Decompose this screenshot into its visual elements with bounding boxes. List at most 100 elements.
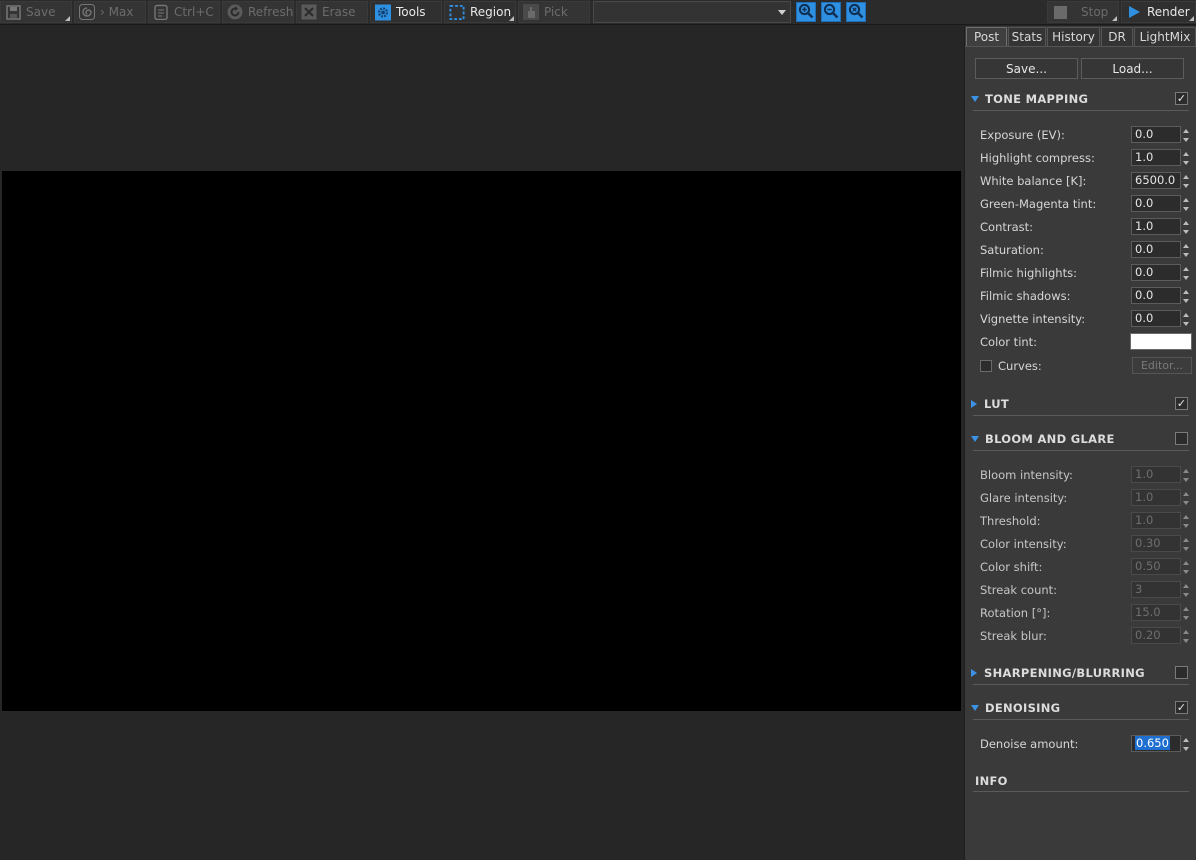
tone-mapping-checkbox[interactable]: ✓ <box>1175 92 1188 105</box>
spinner-arrows-icon[interactable] <box>1182 513 1191 530</box>
contrast-spinner[interactable]: 1.0 <box>1131 218 1189 235</box>
spinner-arrows-icon[interactable] <box>1182 173 1191 190</box>
tint-spinner[interactable]: 0.0 <box>1131 195 1189 212</box>
max-button[interactable]: › Max <box>74 1 146 23</box>
tone-mapping-header[interactable]: TONE MAPPING <box>970 90 1192 108</box>
tools-button[interactable]: Tools <box>370 1 442 23</box>
tab-history[interactable]: History <box>1047 27 1100 46</box>
streak-blur-spinner[interactable]: 0.20 <box>1131 627 1189 644</box>
panel-tabs: Post Stats History DR LightMix <box>965 27 1196 46</box>
lut-header[interactable]: LUT <box>970 395 1192 413</box>
curves-checkbox[interactable] <box>980 360 992 372</box>
curves-row: Curves: Editor... <box>980 356 1192 375</box>
vignette-spinner[interactable]: 0.0 <box>1131 310 1189 327</box>
denoising-checkbox[interactable]: ✓ <box>1175 701 1188 714</box>
sharpening-checkbox[interactable] <box>1175 666 1188 679</box>
contrast-value: 1.0 <box>1135 219 1154 233</box>
gear-icon <box>375 4 391 20</box>
bloom-glare-checkbox[interactable] <box>1175 432 1188 445</box>
filmic-highlights-value: 0.0 <box>1135 265 1154 279</box>
spinner-arrows-icon[interactable] <box>1182 127 1191 144</box>
refresh-icon <box>227 4 243 20</box>
stop-button[interactable]: Stop <box>1047 1 1119 23</box>
threshold-spinner[interactable]: 1.0 <box>1131 512 1189 529</box>
pick-button[interactable]: Pick <box>518 1 590 23</box>
white-balance-spinner[interactable]: 6500.0 <box>1131 172 1189 189</box>
copy-button[interactable]: Ctrl+C <box>148 1 220 23</box>
spinner-arrows-icon[interactable] <box>1182 288 1191 305</box>
tab-post[interactable]: Post <box>966 27 1007 46</box>
refresh-button[interactable]: Refresh <box>222 1 294 23</box>
vignette-value: 0.0 <box>1135 311 1154 325</box>
spinner-arrows-icon[interactable] <box>1182 242 1191 259</box>
spinner-arrows-icon[interactable] <box>1182 559 1191 576</box>
spinner-arrows-icon[interactable] <box>1182 467 1191 484</box>
spinner-arrows-icon[interactable] <box>1182 219 1191 236</box>
glare-intensity-label: Glare intensity: <box>980 490 1068 505</box>
tab-lightmix[interactable]: LightMix <box>1134 27 1196 46</box>
streak-blur-row: Streak blur: 0.20 <box>980 626 1190 645</box>
tone-mapping-title: TONE MAPPING <box>985 92 1089 106</box>
render-button[interactable]: Render <box>1121 1 1196 23</box>
highlight-compress-spinner[interactable]: 1.0 <box>1131 149 1189 166</box>
lut-title: LUT <box>984 397 1010 411</box>
region-button[interactable]: Region <box>444 1 516 23</box>
refresh-label: Refresh <box>248 5 294 19</box>
spinner-arrows-icon[interactable] <box>1182 490 1191 507</box>
streak-count-value: 3 <box>1135 582 1143 596</box>
color-tint-swatch[interactable] <box>1130 333 1192 350</box>
sharpening-header[interactable]: SHARPENING/BLURRING <box>970 664 1192 682</box>
tab-dr[interactable]: DR <box>1101 27 1133 46</box>
spinner-arrows-icon[interactable] <box>1182 536 1191 553</box>
spinner-arrows-icon[interactable] <box>1182 628 1191 645</box>
streak-count-spinner[interactable]: 3 <box>1131 581 1189 598</box>
section-divider <box>973 110 1189 111</box>
color-shift-value: 0.50 <box>1135 559 1161 573</box>
zoom-out-button[interactable] <box>821 2 841 22</box>
filmic-shadows-value: 0.0 <box>1135 288 1154 302</box>
erase-button[interactable]: Erase <box>296 1 368 23</box>
bloom-intensity-spinner[interactable]: 1.0 <box>1131 466 1189 483</box>
toolbar: Save › Max Ctrl+C Refresh Erase Tools Re… <box>0 0 1196 25</box>
highlight-compress-value: 1.0 <box>1135 150 1154 164</box>
color-shift-spinner[interactable]: 0.50 <box>1131 558 1189 575</box>
zoom-reset-button[interactable] <box>846 2 866 22</box>
load-preset-button[interactable]: Load... <box>1081 58 1184 79</box>
spinner-arrows-icon[interactable] <box>1182 605 1191 622</box>
spinner-arrows-icon[interactable] <box>1182 736 1191 753</box>
checkmark-icon: ✓ <box>1176 397 1187 410</box>
lut-checkbox[interactable]: ✓ <box>1175 397 1188 410</box>
denoise-amount-row: Denoise amount: 0.650 <box>980 734 1190 753</box>
tint-label: Green-Magenta tint: <box>980 196 1097 211</box>
saturation-row: Saturation: 0.0 <box>980 240 1190 259</box>
zoom-in-button[interactable] <box>796 2 816 22</box>
filmic-highlights-label: Filmic highlights: <box>980 265 1077 280</box>
color-intensity-spinner[interactable]: 0.30 <box>1131 535 1189 552</box>
rendered-image[interactable] <box>2 171 961 711</box>
spinner-arrows-icon[interactable] <box>1182 311 1191 328</box>
save-preset-button[interactable]: Save... <box>975 58 1078 79</box>
exposure-spinner[interactable]: 0.0 <box>1131 126 1189 143</box>
render-element-dropdown[interactable] <box>593 1 791 23</box>
save-button[interactable]: Save <box>0 1 72 23</box>
bloom-intensity-row: Bloom intensity: 1.0 <box>980 465 1190 484</box>
denoising-header[interactable]: DENOISING <box>970 699 1192 717</box>
spinner-arrows-icon[interactable] <box>1182 196 1191 213</box>
saturation-spinner[interactable]: 0.0 <box>1131 241 1189 258</box>
info-title[interactable]: INFO <box>975 774 1008 788</box>
contrast-label: Contrast: <box>980 219 1034 234</box>
filmic-shadows-spinner[interactable]: 0.0 <box>1131 287 1189 304</box>
render-viewport[interactable] <box>0 26 963 860</box>
collapsed-triangle-icon <box>971 400 977 408</box>
bloom-glare-header[interactable]: BLOOM AND GLARE <box>970 430 1192 448</box>
spinner-arrows-icon[interactable] <box>1182 582 1191 599</box>
filmic-highlights-spinner[interactable]: 0.0 <box>1131 264 1189 281</box>
spinner-arrows-icon[interactable] <box>1182 150 1191 167</box>
tab-stats[interactable]: Stats <box>1008 27 1046 46</box>
glare-intensity-spinner[interactable]: 1.0 <box>1131 489 1189 506</box>
rotation-spinner[interactable]: 15.0 <box>1131 604 1189 621</box>
max-label: › Max <box>100 5 134 19</box>
denoise-amount-spinner[interactable]: 0.650 <box>1131 735 1189 752</box>
curves-editor-button[interactable]: Editor... <box>1132 357 1192 374</box>
spinner-arrows-icon[interactable] <box>1182 265 1191 282</box>
